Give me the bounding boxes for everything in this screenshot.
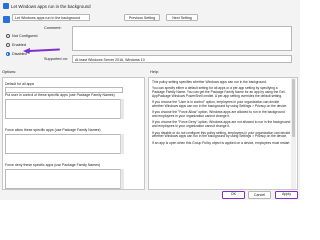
help-paragraph: If you choose the "Force Deny" option, W… [152, 120, 291, 129]
help-paragraph: If an app is open when this Group Policy… [152, 140, 290, 145]
force-deny-apps-list[interactable] [5, 169, 123, 189]
user-control-apps-label: Put user in control of these specific ap… [5, 93, 115, 97]
comment-label: Comment: [44, 26, 62, 30]
apply-button[interactable]: Apply [275, 191, 298, 199]
help-paragraph: If you choose the "User is in control" o… [152, 100, 288, 109]
supported-on-label: Supported on: [44, 57, 68, 61]
default-all-apps-label: Default for all apps [5, 82, 35, 86]
help-paragraph: If you disable or do not configure this … [152, 130, 291, 139]
window-title: Let Windows apps run in the background [11, 3, 91, 9]
force-allow-apps-label: Force allow these specific apps (use Pac… [5, 128, 101, 132]
help-text: This policy setting specifies whether Wi… [152, 80, 291, 148]
options-section-label: Options: [2, 70, 17, 74]
force-allow-apps-list[interactable] [5, 134, 123, 154]
policy-setting-icon [3, 16, 10, 23]
help-paragraph: This policy setting specifies whether Wi… [152, 80, 267, 84]
next-setting-button[interactable]: Next Setting [166, 14, 198, 21]
radio-disabled-circle[interactable] [6, 51, 10, 56]
supported-on-field: At least Windows Server 2016, Windows 10 [72, 55, 292, 63]
force-allow-apps-scrollbar[interactable] [120, 134, 124, 154]
policy-app-icon [3, 3, 9, 9]
radio-not-configured[interactable]: Not Configured [6, 31, 46, 40]
cancel-button[interactable]: Cancel [248, 191, 271, 199]
help-paragraph: You can specify either a default setting… [152, 86, 286, 99]
radio-enabled-circle[interactable] [6, 42, 10, 47]
comment-textarea[interactable] [72, 26, 292, 51]
radio-not-configured-label: Not Configured [12, 33, 38, 38]
user-control-apps-list[interactable] [5, 99, 123, 119]
help-section-label: Help: [150, 70, 159, 74]
user-control-apps-scrollbar[interactable] [120, 99, 124, 119]
help-panel: This policy setting specifies whether Wi… [148, 77, 298, 190]
previous-setting-button[interactable]: Previous Setting [124, 14, 160, 21]
ok-button[interactable]: OK [222, 191, 245, 199]
radio-enabled-label: Enabled [12, 42, 26, 47]
force-deny-apps-label: Force deny these specific apps (use Pack… [5, 163, 101, 167]
help-scrollbar-thumb[interactable] [292, 79, 295, 137]
force-deny-apps-scrollbar[interactable] [120, 169, 124, 189]
radio-not-configured-circle[interactable] [6, 33, 10, 38]
highlight-arrow-icon [23, 48, 60, 54]
help-paragraph: If you choose the "Force Allow" option, … [152, 110, 285, 119]
policy-name-field: Let Windows apps run in the background [12, 14, 90, 21]
